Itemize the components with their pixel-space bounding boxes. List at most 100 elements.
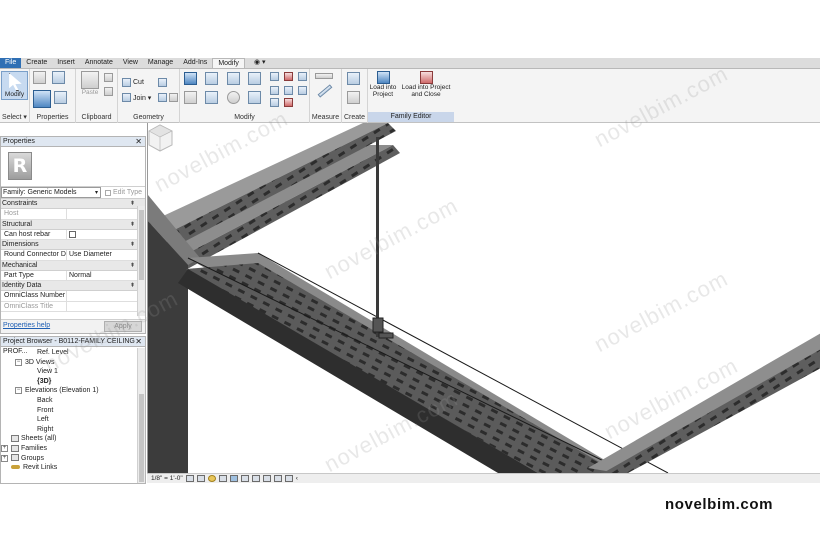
expand-icon[interactable]: +	[1, 454, 8, 462]
paint-icon[interactable]	[158, 93, 167, 102]
tree-item[interactable]: {3D}	[1, 377, 136, 387]
tree-item[interactable]: Ref. Level	[1, 348, 136, 358]
tree-item[interactable]: Right	[1, 425, 136, 435]
folder-icon	[11, 454, 19, 462]
property-value[interactable]	[67, 209, 145, 219]
ribbon: Modify Select ▾ Properties Paste Clipboa…	[0, 69, 820, 123]
family-filter-select[interactable]: Family: Generic Models ▾	[1, 187, 101, 198]
property-value[interactable]	[67, 291, 145, 301]
close-icon[interactable]: ✕	[135, 137, 142, 147]
paste-button[interactable]: Paste	[80, 71, 100, 96]
tab-manage[interactable]: Manage	[143, 58, 178, 68]
show-crop-region-icon[interactable]	[251, 475, 260, 482]
load-into-project-close-button[interactable]: Load into Project and Close	[399, 71, 453, 98]
group-identity-data[interactable]: Identity Data ⇞	[1, 281, 145, 291]
tree-item[interactable]: −3D Views	[1, 358, 136, 368]
temporary-hide-icon[interactable]	[273, 475, 282, 482]
align-icon[interactable]	[184, 72, 197, 85]
copy-element-icon[interactable]	[205, 91, 218, 104]
property-value[interactable]	[67, 302, 145, 312]
group-dimensions[interactable]: Dimensions ⇞	[1, 240, 145, 250]
aligned-dimension-icon[interactable]	[317, 84, 333, 98]
mirror-draw-icon[interactable]	[248, 72, 261, 85]
project-browser-scrollbar[interactable]	[137, 348, 145, 483]
tree-item[interactable]: Revit Links	[1, 463, 136, 473]
collapse-icon[interactable]: −	[15, 387, 22, 395]
void-icon[interactable]	[169, 93, 178, 102]
modify-button[interactable]: Modify	[1, 71, 28, 100]
select-panel-label[interactable]: Select ▾	[0, 113, 29, 122]
properties-help-link[interactable]: Properties help	[3, 322, 50, 329]
offset-icon[interactable]	[205, 72, 218, 85]
delete-icon[interactable]	[284, 98, 293, 107]
split-gap-icon[interactable]	[284, 72, 293, 81]
detail-level-icon[interactable]	[185, 475, 194, 482]
scrollbar-thumb[interactable]	[139, 394, 144, 482]
tree-item[interactable]: Back	[1, 396, 136, 406]
tree-item[interactable]: − Elevations (Elevation 1)	[1, 386, 136, 396]
expand-icon[interactable]: +	[1, 444, 8, 452]
copy-icon[interactable]	[104, 73, 113, 82]
family-category-icon[interactable]	[52, 71, 65, 84]
view-cube[interactable]	[148, 123, 173, 157]
tree-item[interactable]: Front	[1, 406, 136, 416]
group-structural[interactable]: Structural ⇞	[1, 219, 145, 230]
sun-path-icon[interactable]	[207, 475, 216, 482]
tab-add-ins[interactable]: Add-Ins	[178, 58, 212, 68]
measure-between-icon[interactable]	[315, 73, 333, 79]
chevron-left-icon[interactable]: ‹	[296, 475, 298, 482]
scrollbar-thumb[interactable]	[139, 210, 144, 280]
split-face-icon[interactable]	[158, 78, 167, 87]
type-selector[interactable]: R	[1, 147, 145, 187]
tab-annotate[interactable]: Annotate	[80, 58, 118, 68]
family-types-icon[interactable]	[33, 71, 46, 84]
split-icon[interactable]	[270, 72, 279, 81]
tree-item[interactable]: View 1	[1, 367, 136, 377]
scale-label[interactable]: 1/8" = 1'-0"	[151, 475, 183, 482]
unpin-icon[interactable]	[298, 72, 307, 81]
edit-type-button[interactable]: Edit Type	[105, 189, 142, 196]
3d-view-canvas[interactable]	[147, 123, 820, 482]
array-icon[interactable]	[270, 86, 279, 95]
show-rendering-icon[interactable]	[229, 475, 238, 482]
trim-multiple-icon[interactable]	[270, 98, 279, 107]
pin-icon[interactable]	[298, 86, 307, 95]
properties-scrollbar[interactable]	[137, 206, 145, 316]
apply-button[interactable]: Apply	[104, 321, 142, 332]
tab-insert[interactable]: Insert	[52, 58, 80, 68]
tab-file[interactable]: File	[0, 58, 22, 68]
create-similar-icon[interactable]	[347, 91, 360, 104]
tab-view[interactable]: View	[118, 58, 143, 68]
visual-style-icon[interactable]	[196, 475, 205, 482]
property-value[interactable]: Use Diameter	[67, 250, 145, 260]
collapse-icon[interactable]: −	[15, 358, 22, 366]
tab-modify[interactable]: Modify	[212, 58, 245, 68]
close-icon[interactable]: ✕	[135, 337, 142, 347]
group-constraints[interactable]: Constraints ⇞	[1, 199, 145, 209]
trim-extend-icon[interactable]	[248, 91, 261, 104]
mirror-axis-icon[interactable]	[227, 72, 240, 85]
join-button[interactable]: Join ▾	[122, 93, 151, 102]
tree-item[interactable]: Left	[1, 415, 136, 425]
property-value[interactable]: Normal	[67, 271, 145, 281]
tab-contextual-dropdown[interactable]: ◉ ▾	[249, 58, 271, 68]
load-into-project-button[interactable]: Load into Project	[369, 71, 397, 98]
can-host-rebar-checkbox[interactable]	[69, 230, 76, 238]
create-group-icon[interactable]	[347, 72, 360, 85]
move-icon[interactable]	[184, 91, 197, 104]
lock-3d-view-icon[interactable]	[262, 475, 271, 482]
group-mechanical[interactable]: Mechanical ⇞	[1, 260, 145, 271]
cut-button[interactable]: Cut	[122, 78, 144, 87]
tree-item[interactable]: + Groups	[1, 454, 136, 464]
properties-icon[interactable]	[33, 90, 51, 108]
reveal-hidden-icon[interactable]	[284, 475, 293, 482]
rotate-icon[interactable]	[227, 91, 240, 104]
tab-create[interactable]: Create	[21, 58, 52, 68]
scale-icon[interactable]	[284, 86, 293, 95]
tree-item[interactable]: Sheets (all)	[1, 434, 136, 444]
crop-view-icon[interactable]	[240, 475, 249, 482]
type-properties-icon[interactable]	[54, 91, 67, 104]
tree-item[interactable]: + Families	[1, 444, 136, 454]
match-type-icon[interactable]	[104, 87, 113, 96]
shadows-icon[interactable]	[218, 475, 227, 482]
